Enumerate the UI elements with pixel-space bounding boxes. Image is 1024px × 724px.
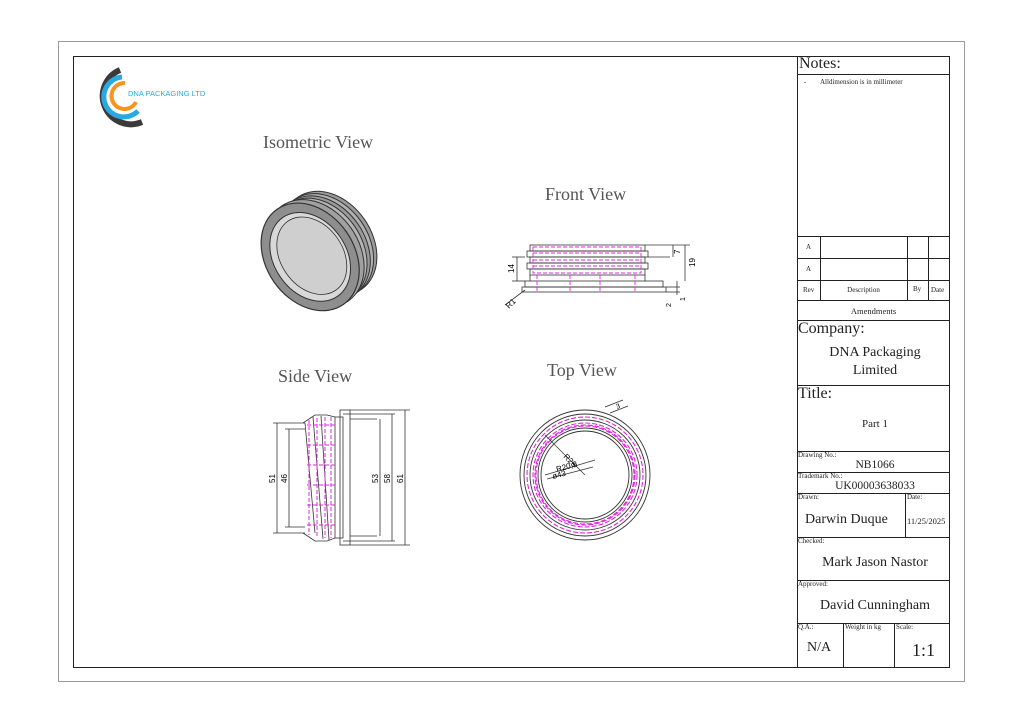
- weight-label: Weight in kg: [845, 623, 881, 631]
- weight-divider: [894, 623, 895, 668]
- company-label: Company:: [798, 320, 865, 337]
- top-view-drawing: R26 R20,5 ø43 3: [519, 399, 651, 541]
- amendments-label: Amendments: [850, 306, 897, 316]
- front-view-drawing: 7 14 19 R1 2 1: [504, 244, 697, 310]
- side-dim-51: 51: [268, 474, 277, 483]
- rev-a2: A: [806, 265, 812, 273]
- company-name-line-2: Limited: [852, 363, 898, 378]
- side-view-title: Side View: [278, 366, 353, 386]
- rev-header-rev: Rev: [803, 286, 815, 294]
- side-dim-61: 61: [396, 474, 405, 483]
- notes-divider: [797, 74, 950, 75]
- note-1-dash: -: [804, 78, 807, 86]
- checked-label: Checked:: [798, 537, 825, 545]
- side-dim-46: 46: [280, 474, 289, 483]
- front-dim-1: 1: [680, 297, 687, 301]
- side-dim-58: 58: [383, 474, 392, 483]
- isometric-view-title: Isometric View: [263, 132, 374, 152]
- rev-col-3: [928, 236, 929, 300]
- top-dim-3: 3: [615, 403, 621, 411]
- rev-header-bottom: [797, 300, 950, 301]
- title-label: Title:: [798, 385, 833, 402]
- front-view-title: Front View: [545, 184, 627, 204]
- front-dim-7: 7: [673, 249, 682, 254]
- scale-label: Scale:: [896, 623, 914, 631]
- approved-by: David Cunningham: [819, 598, 931, 613]
- rev-col-2: [907, 236, 908, 300]
- qa-divider: [843, 623, 844, 668]
- title-block: [797, 56, 950, 668]
- drawing-no-label: Drawing No.:: [798, 451, 837, 459]
- drawing-no: NB1066: [855, 459, 895, 471]
- front-dim-2: 2: [666, 303, 673, 307]
- note-1: Alldimension is in millimeter: [820, 78, 903, 86]
- date-value: 11/25/2025: [907, 516, 946, 526]
- qa-value: N/A: [807, 640, 832, 655]
- title-value: Part 1: [862, 418, 888, 430]
- date-label: Date:: [907, 493, 923, 501]
- front-dim-14: 14: [507, 264, 516, 273]
- front-dim-19: 19: [688, 258, 697, 267]
- rev-header-description: Description: [847, 286, 880, 294]
- top-dim-d43: ø43: [551, 469, 567, 481]
- notes-label: Notes:: [799, 55, 841, 72]
- rev-header-by: By: [913, 285, 922, 293]
- top-view-title: Top View: [547, 360, 617, 380]
- approved-label: Approved:: [798, 580, 828, 588]
- logo-text: DNA PACKAGING LTD: [128, 89, 206, 98]
- date-divider: [905, 493, 906, 537]
- front-dim-r1: R1: [504, 296, 518, 310]
- drawn-label: Drawn:: [798, 493, 819, 501]
- rev-header-date: Date: [931, 286, 945, 294]
- company-logo: DNA PACKAGING LTD: [84, 64, 224, 130]
- trademark-label: Trademark No.:: [798, 472, 843, 480]
- side-dim-53: 53: [371, 474, 380, 483]
- drawn-by: Darwin Duque: [805, 512, 888, 527]
- rev-a1: A: [806, 243, 812, 251]
- qa-label: Q.A.:: [798, 623, 814, 631]
- isometric-view-drawing: [260, 190, 378, 312]
- trademark-no: UK00003638033: [835, 480, 915, 492]
- company-name-line-1: DNA Packaging: [829, 345, 921, 360]
- trademark-divider: [797, 493, 950, 494]
- side-view-drawing: 51 46 53 58 61: [268, 409, 410, 546]
- scale-value: 1:1: [912, 640, 936, 660]
- checked-by: Mark Jason Nastor: [822, 555, 928, 570]
